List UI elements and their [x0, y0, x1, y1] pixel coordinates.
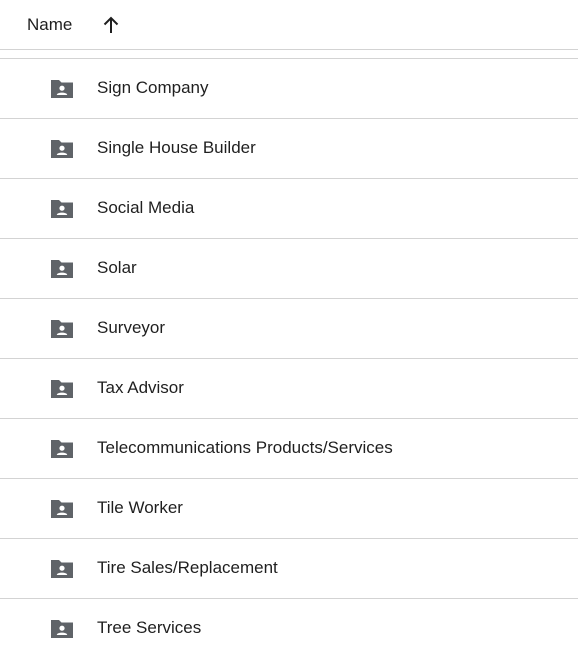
list-item-label: Tree Services [97, 618, 202, 637]
shared-folder-icon [51, 380, 73, 398]
shared-folder-icon [51, 440, 73, 458]
shared-folder-icon [51, 320, 73, 338]
list-item[interactable]: Surveyor [0, 299, 578, 359]
list-item[interactable]: Social Media [0, 179, 578, 239]
list-item[interactable]: Tile Worker [0, 479, 578, 539]
list-item[interactable]: Solar [0, 239, 578, 299]
shared-folder-icon [51, 200, 73, 218]
shared-folder-icon [51, 620, 73, 638]
list-item-label: Tire Sales/Replacement [97, 558, 278, 577]
list-item-label: Surveyor [97, 318, 166, 337]
list-item-label: Solar [97, 258, 137, 277]
folder-list: Sign Company Single House Builder Social… [0, 59, 578, 647]
shared-folder-icon [51, 260, 73, 278]
shared-folder-icon [51, 80, 73, 98]
list-item-label: Social Media [97, 198, 195, 217]
list-item-label: Tax Advisor [97, 378, 184, 397]
shared-folder-icon [51, 500, 73, 518]
list-item[interactable]: Single House Builder [0, 119, 578, 179]
list-item[interactable]: Tree Services [0, 599, 578, 647]
list-item[interactable]: Sign Company [0, 59, 578, 119]
list-item-label: Telecommunications Products/Services [97, 438, 393, 457]
shared-folder-icon [51, 560, 73, 578]
list-item[interactable]: Tire Sales/Replacement [0, 539, 578, 599]
column-header: Name [0, 0, 578, 50]
shared-folder-icon [51, 140, 73, 158]
list-item[interactable]: Tax Advisor [0, 359, 578, 419]
list-item-label: Sign Company [97, 78, 209, 97]
list-item-label: Single House Builder [97, 138, 256, 157]
list-item-label: Tile Worker [97, 498, 183, 517]
arrow-up-icon[interactable] [101, 14, 121, 36]
list-item[interactable]: Telecommunications Products/Services [0, 419, 578, 479]
name-column-header[interactable]: Name [27, 15, 72, 35]
